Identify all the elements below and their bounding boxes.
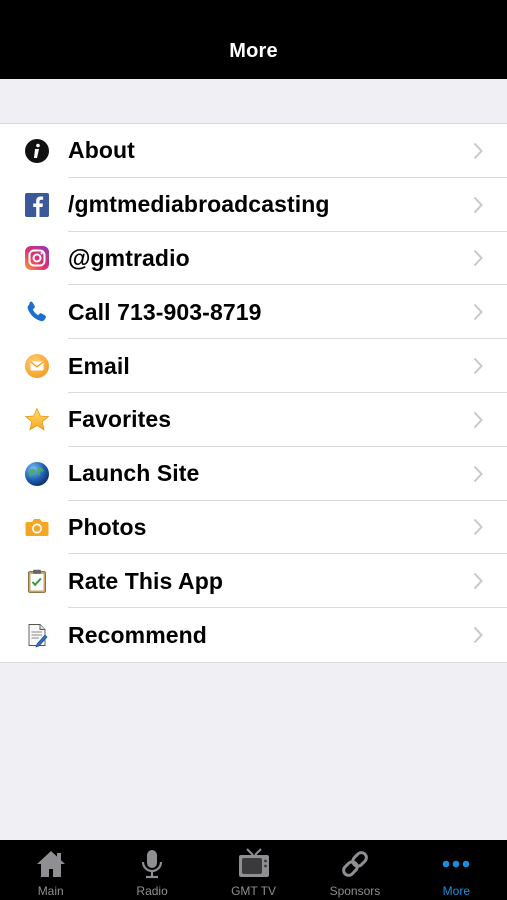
tab-label: Sponsors [329,884,381,898]
chevron-right-icon [473,465,483,482]
menu-item-label: /gmtmediabroadcasting [68,191,330,218]
more-menu-list: About /gmtmediabroadcasting @gmtradio Ca… [0,123,507,663]
globe-icon [24,461,50,487]
page-title: More [229,40,278,62]
menu-item-instagram[interactable]: @gmtradio [0,232,507,286]
menu-item-favorites[interactable]: Favorites [0,393,507,447]
menu-item-label: Favorites [68,406,172,433]
more-screen: More About /gmtmediabroadcasting @gmtrad… [0,0,507,900]
chevron-right-icon [473,357,483,375]
tab-main[interactable]: Main [0,840,101,900]
menu-item-launch-site[interactable]: Launch Site [0,447,507,501]
menu-item-facebook[interactable]: /gmtmediabroadcasting [0,178,507,232]
camera-icon [24,514,50,540]
chevron-right-icon [473,573,483,590]
menu-item-photos[interactable]: Photos [0,501,507,555]
star-icon [24,407,50,433]
microphone-icon [134,846,170,882]
menu-item-call[interactable]: Call 713-903-8719 [0,285,507,340]
menu-item-label: Launch Site [68,460,200,487]
tab-label: More [442,884,470,898]
more-icon [438,846,474,882]
clipboard-icon [24,568,50,594]
chevron-right-icon [473,304,483,321]
menu-item-email[interactable]: Email [0,339,507,393]
home-icon [33,846,69,882]
chevron-right-icon [473,196,483,213]
menu-item-label: Email [68,352,130,379]
tab-label: Main [37,884,64,898]
chevron-right-icon [473,250,483,267]
tab-radio[interactable]: Radio [101,840,202,900]
email-icon [24,353,50,379]
menu-item-rate-this-app[interactable]: Rate This App [0,554,507,609]
tab-label: GMT TV [231,884,276,898]
tv-icon [236,846,272,882]
navigation-bar: More [0,0,507,79]
menu-item-label: Recommend [68,621,207,648]
chevron-right-icon [473,519,483,536]
tab-more[interactable]: More [406,840,507,900]
document-icon [24,622,50,648]
tab-sponsors[interactable]: Sponsors [304,840,405,900]
menu-item-recommend[interactable]: Recommend [0,608,507,662]
chevron-right-icon [473,626,483,644]
menu-item-label: @gmtradio [68,244,190,271]
chevron-right-icon [473,142,483,160]
instagram-icon [24,245,50,271]
tab-label: Radio [136,884,168,898]
phone-icon [24,299,50,325]
tab-gmt-tv[interactable]: GMT TV [203,840,304,900]
tab-bar: Main Radio GMT TV Sponsors More [0,840,507,900]
menu-item-label: Rate This App [68,567,224,594]
menu-item-label: About [68,137,135,164]
link-icon [337,846,373,882]
info-icon [24,138,50,164]
chevron-right-icon [473,411,483,429]
facebook-icon [24,192,50,218]
menu-item-label: Call 713-903-8719 [68,298,262,325]
menu-item-about[interactable]: About [0,124,507,178]
menu-item-label: Photos [68,513,147,540]
